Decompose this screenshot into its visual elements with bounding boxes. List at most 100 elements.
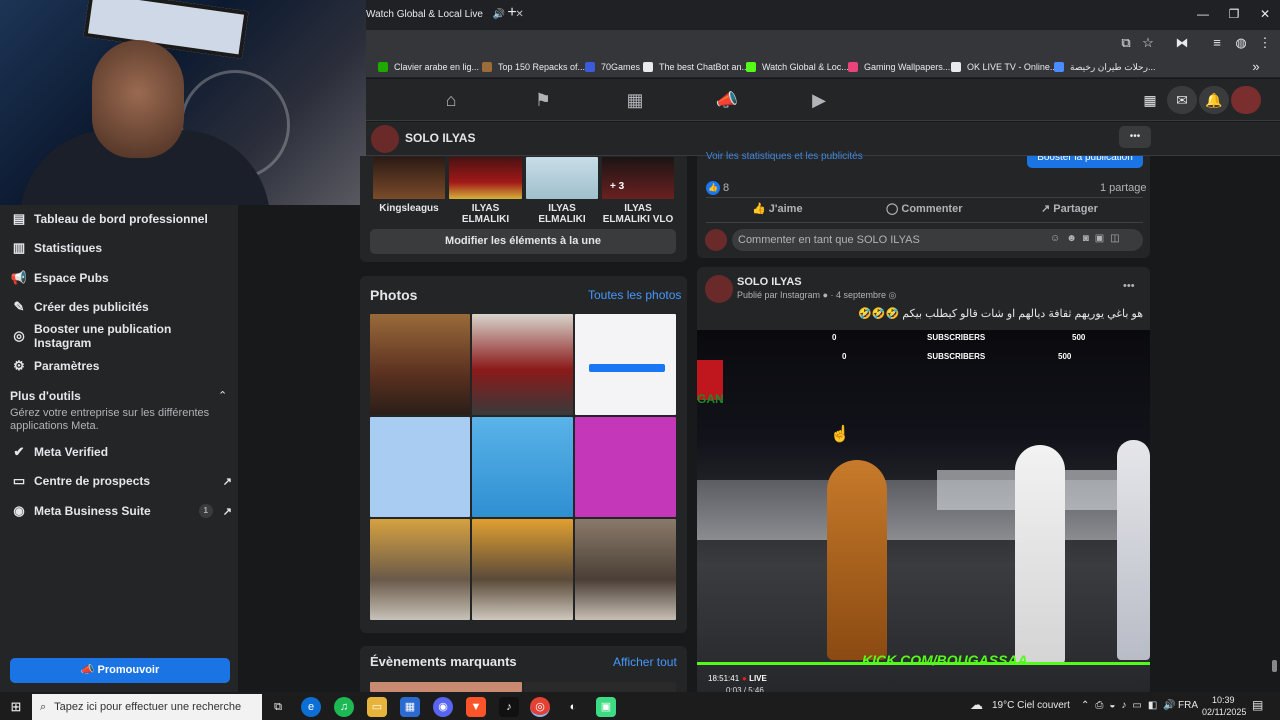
spotify-icon[interactable]: ♫ [334,697,354,717]
sidebar-item[interactable]: ✎ Créer des publicités [10,296,232,318]
bookmark-item[interactable]: Gaming Wallpapers... [848,59,950,75]
insights-icon[interactable]: ▦ [622,88,648,112]
sidebar-item[interactable]: ◎ Booster une publication Instagram [10,322,232,350]
share-label: Partager [1053,203,1098,215]
tray-icons[interactable]: ⌃⎙◒♪▭◧🔊 [1081,700,1182,711]
featured-thumb-4[interactable]: + 3 [602,157,674,199]
photo-9[interactable] [575,519,676,620]
photo-5[interactable] [472,417,573,517]
clock-time[interactable]: 10:39 [1212,695,1235,705]
photo-1[interactable] [370,314,470,415]
weather-text[interactable]: 19°C Ciel couvert [992,700,1070,711]
flag-icon[interactable]: ⚑ [530,88,556,112]
page-more-button[interactable]: ••• [1119,126,1151,148]
extensions-icon[interactable]: ⧓ [1173,34,1191,52]
post-2-more-icon[interactable]: ••• [1123,280,1135,292]
photo-2[interactable] [472,314,573,415]
post-2-author[interactable]: SOLO ILYAS [737,276,802,288]
install-icon[interactable]: ⧉ [1117,34,1135,52]
home-icon[interactable]: ⌂ [438,88,464,112]
task-view-icon[interactable]: ⧉ [268,697,288,717]
notification-center-icon[interactable]: ▤ [1252,698,1263,712]
see-all-photos-link[interactable]: Toutes les photos [588,288,681,302]
photo-3[interactable] [575,314,676,415]
taskbar-search[interactable]: ⌕ Tapez ici pour effectuer une recherche [32,694,262,720]
photo-7[interactable] [370,519,470,620]
discord-icon[interactable]: ◉ [433,697,453,717]
post-2-avatar[interactable] [705,275,733,303]
sidebar-item[interactable]: ⚙ Paramètres [10,355,232,377]
new-tab-button[interactable]: + [502,4,522,24]
see-all-events-link[interactable]: Afficher tout [613,655,677,669]
weather-icon[interactable]: ☁ [970,697,983,713]
media-icon[interactable]: ≡ [1208,34,1226,52]
post-2-video[interactable] [697,330,1150,692]
photo-4[interactable] [370,417,470,517]
post-1-stats-link[interactable]: Voir les statistiques et les publicités [706,151,863,161]
tool-item[interactable]: ◉ Meta Business Suite 1 ↗ [10,500,232,522]
comment-button[interactable]: ◯ Commenter [886,202,963,215]
sidebar-item[interactable]: ▤ Tableau de bord professionnel [10,208,232,230]
bookmark-item[interactable]: The best ChatBot an... [643,59,749,75]
edit-featured-button[interactable]: Modifier les éléments à la une [370,229,676,254]
share-button[interactable]: ↗ Partager [1041,202,1098,215]
comment-tools-icons[interactable]: ☺☻◙▣◫ [1050,233,1126,244]
post-2-date[interactable]: 4 septembre [836,290,886,300]
promote-button[interactable]: 📣 Promouvoir [10,658,230,683]
kick-watermark: KICK.COM/BOUGASSAA [862,652,1028,668]
bookmark-item[interactable]: Watch Global & Loc... [746,59,849,75]
tool-item[interactable]: ✔ Meta Verified [10,441,232,463]
info-icon[interactable]: ● · [823,290,836,300]
chevron-up-icon[interactable]: ⌃ [218,389,227,402]
apps-grid-icon[interactable]: ▦ [1135,86,1165,114]
bookmark-item[interactable]: رحلات طيران رخيصة... [1054,59,1155,75]
star-icon[interactable]: ☆ [1139,34,1157,52]
sidebar-item[interactable]: 📢 Espace Pubs [10,267,232,289]
chrome-icon[interactable]: ◎ [530,697,550,717]
bookmark-item[interactable]: Top 150 Repacks of... [482,59,585,75]
file-explorer-icon[interactable]: ▭ [367,697,387,717]
messenger-icon[interactable]: ✉ [1167,86,1197,114]
restore-icon[interactable]: ❐ [1219,4,1249,24]
browser-tab[interactable]: Watch Global & Local Live 🔊 ✕ [366,0,524,28]
steam-icon[interactable]: ◐ [563,697,583,717]
featured-thumb-1[interactable] [373,157,445,199]
bookmark-item[interactable]: Clavier arabe en lig... [378,59,479,75]
menu-icon[interactable]: ⋮ [1256,34,1274,52]
event-thumb-2[interactable] [524,682,676,692]
clock-date[interactable]: 02/11/2025 [1202,707,1246,717]
video-icon[interactable]: ▶ [806,88,832,112]
photo-8[interactable] [472,519,573,620]
profile-icon[interactable]: ◍ [1232,34,1250,52]
featured-thumb-3[interactable] [526,157,598,199]
window-close-icon[interactable]: ✕ [1250,4,1280,24]
featured-thumb-2[interactable] [449,157,522,199]
like-button[interactable]: 👍 J'aime [752,202,803,215]
boost-post-button[interactable]: Booster la publication [1027,156,1143,168]
sub-a-left: 0 [832,333,837,342]
page-scrollbar[interactable] [1272,660,1277,672]
account-avatar[interactable] [1231,86,1261,114]
event-thumb-1[interactable] [370,682,522,692]
more-bookmarks-icon[interactable]: » [1247,58,1265,76]
page-avatar[interactable] [371,125,399,153]
notifications-icon[interactable]: 🔔 [1199,86,1229,114]
reaction-count[interactable]: 8 [723,182,729,194]
minimize-icon[interactable]: — [1188,4,1218,24]
share-count[interactable]: 1 partage [1100,182,1146,194]
tiktok-icon[interactable]: ♪ [499,697,519,717]
store-icon[interactable]: ▦ [400,697,420,717]
megaphone-icon[interactable]: 📣 [714,88,740,112]
edge-icon[interactable]: e [301,697,321,717]
photo-6[interactable] [575,417,676,517]
bookmark-item[interactable]: OK LIVE TV - Online... [951,59,1057,75]
bookmark-item[interactable]: 70Games [585,59,640,75]
language-indicator[interactable]: FRA [1178,700,1198,711]
sidebar-item[interactable]: ▥ Statistiques [10,237,232,259]
bookmark-label: The best ChatBot an... [659,62,750,72]
windows-start-icon[interactable]: ⊞ [6,697,26,717]
page-name[interactable]: SOLO ILYAS [405,131,475,145]
brave-icon[interactable]: ▼ [466,697,486,717]
android-app-icon[interactable]: ▣ [596,697,616,717]
tool-item[interactable]: ▭ Centre de prospects ↗ [10,470,232,492]
